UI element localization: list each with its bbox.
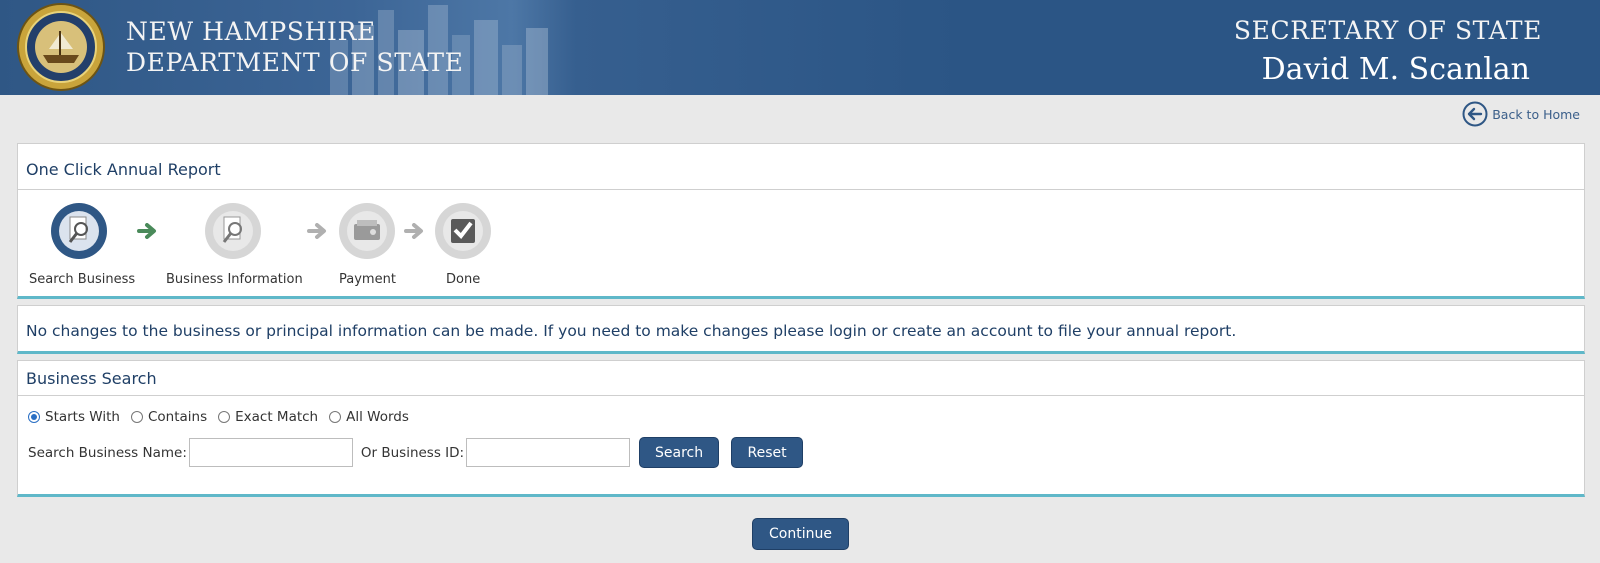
wizard-title: One Click Annual Report <box>18 144 1584 190</box>
secretary-name: David M. Scanlan <box>1261 52 1530 87</box>
business-name-label: Search Business Name: <box>28 444 187 461</box>
business-search-panel: Business Search Starts With Contains Exa… <box>17 360 1585 497</box>
step-label-payment: Payment <box>339 272 396 287</box>
business-id-input[interactable] <box>466 438 631 467</box>
state-seal-logo[interactable] <box>17 3 105 91</box>
radio-button-selected[interactable] <box>28 411 40 423</box>
radio-button[interactable] <box>218 411 231 423</box>
back-to-home-link[interactable]: Back to Home <box>1462 101 1580 127</box>
notice-text: No changes to the business or principal … <box>26 322 1237 340</box>
radio-button[interactable] <box>130 411 143 423</box>
search-business-step-icon <box>51 203 107 259</box>
arrow-right-icon <box>307 223 326 239</box>
business-search-title: Business Search <box>18 361 1584 396</box>
radio-label: Exact Match <box>235 409 319 425</box>
arrow-right-icon <box>137 223 156 239</box>
department-line-1: NEW HAMPSHIRE <box>126 17 376 46</box>
step-label-business-information: Business Information <box>166 272 303 287</box>
radio-all-words[interactable]: All Words <box>329 409 409 425</box>
radio-contains[interactable]: Contains <box>130 409 208 425</box>
back-arrow-circle-icon <box>1462 101 1488 127</box>
radio-starts-with[interactable]: Starts With <box>28 409 120 425</box>
radio-label: Contains <box>147 409 208 425</box>
secretary-title: SECRETARY OF STATE <box>1233 16 1542 45</box>
business-id-label: Or Business ID: <box>360 444 465 461</box>
business-name-input[interactable] <box>188 438 353 467</box>
search-button[interactable]: Search <box>639 437 720 468</box>
step-label-done: Done <box>446 272 481 287</box>
wizard-steps: Search Business Business Information Pay… <box>18 190 1584 297</box>
search-row: Search Business Name: Or Business ID: Se… <box>28 437 804 468</box>
radio-label: All Words <box>346 409 409 425</box>
business-information-step-icon <box>205 203 261 259</box>
payment-step-icon <box>339 203 395 259</box>
wizard-panel: One Click Annual Report Search Business … <box>17 143 1585 299</box>
site-header: NEW HAMPSHIRE DEPARTMENT OF STATE SECRET… <box>0 0 1600 95</box>
back-to-home-label: Back to Home <box>1492 106 1580 122</box>
radio-button[interactable] <box>329 411 342 423</box>
radio-exact-match[interactable]: Exact Match <box>218 409 318 425</box>
department-name: NEW HAMPSHIRE DEPARTMENT OF STATE <box>126 16 464 78</box>
search-mode-group: Starts With Contains Exact Match All Wor… <box>28 409 420 425</box>
step-label-search-business: Search Business <box>29 272 136 287</box>
arrow-right-icon <box>404 223 423 239</box>
continue-button[interactable]: Continue <box>752 518 849 550</box>
done-step-icon <box>435 203 491 259</box>
reset-button[interactable]: Reset <box>731 437 804 468</box>
notice-panel: No changes to the business or principal … <box>17 305 1585 354</box>
department-line-2: DEPARTMENT OF STATE <box>126 48 464 77</box>
radio-label: Starts With <box>45 409 120 425</box>
